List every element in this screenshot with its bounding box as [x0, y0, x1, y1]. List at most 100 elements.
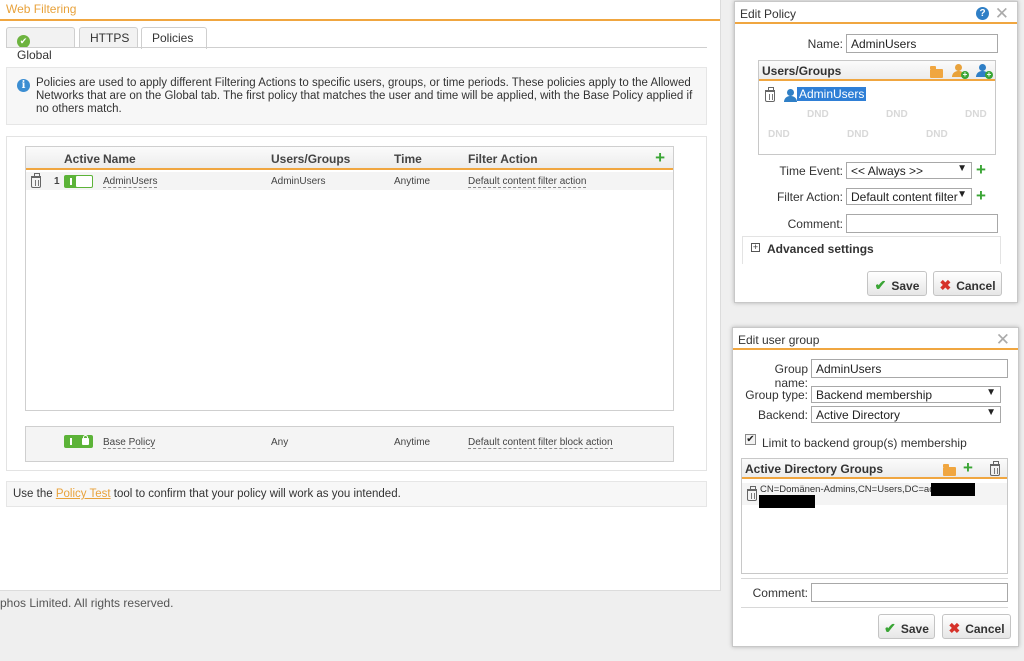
- chevron-down-icon: ▼: [986, 387, 996, 398]
- col-filter-action: Filter Action: [468, 152, 538, 166]
- trash-icon[interactable]: [747, 486, 757, 501]
- edit-policy-title: Edit Policy: [740, 7, 797, 21]
- comment-label: Comment:: [752, 586, 808, 600]
- info-text: Policies are used to apply different Fil…: [36, 77, 693, 115]
- group-type-select[interactable]: Backend membership ▼: [811, 386, 1001, 403]
- divider: [741, 607, 1008, 608]
- policy-action-link[interactable]: Default content filter action: [468, 176, 587, 188]
- save-label: Save: [900, 622, 929, 636]
- add-icon[interactable]: +: [963, 458, 973, 478]
- add-policy-icon[interactable]: +: [655, 148, 665, 168]
- tab-https-label: HTTPS: [90, 31, 130, 45]
- base-policy-name[interactable]: Base Policy: [103, 437, 156, 449]
- backend-select[interactable]: Active Directory ▼: [811, 406, 1001, 423]
- advanced-settings-section[interactable]: + Advanced settings: [742, 236, 1001, 264]
- title-divider: [0, 19, 720, 21]
- comment-label: Comment:: [787, 217, 843, 231]
- backend-label: Backend:: [757, 408, 808, 422]
- info-box: i Policies are used to apply different F…: [6, 67, 707, 125]
- folder-icon[interactable]: [930, 66, 943, 78]
- col-name: Name: [103, 152, 136, 166]
- close-icon[interactable]: ✕: [995, 4, 1009, 24]
- col-users-groups: Users/Groups: [271, 152, 351, 166]
- time-event-label: Time Event:: [779, 164, 843, 178]
- edit-user-group-header: Edit user group ✕: [733, 328, 1018, 350]
- expand-icon[interactable]: +: [751, 243, 760, 252]
- cancel-button[interactable]: ✖ Cancel: [933, 271, 1002, 296]
- page-title: Web Filtering: [6, 2, 77, 16]
- col-active: Active: [64, 152, 101, 166]
- policy-test-link[interactable]: Policy Test: [56, 488, 111, 500]
- cross-icon: ✖: [948, 620, 961, 636]
- col-time: Time: [394, 152, 422, 166]
- tab-policies-label: Policies: [152, 31, 194, 45]
- filter-action-select[interactable]: Default content filter ▼: [846, 188, 972, 205]
- close-icon[interactable]: ✕: [996, 330, 1010, 350]
- add-filter-action-icon[interactable]: +: [976, 186, 986, 206]
- add-group-icon[interactable]: +: [976, 64, 993, 79]
- trash-icon[interactable]: [31, 173, 41, 188]
- time-event-select[interactable]: << Always >> ▼: [846, 162, 972, 179]
- chevron-down-icon: ▼: [986, 407, 996, 418]
- note-suffix: tool to confirm that your policy will wo…: [110, 488, 401, 500]
- redaction-block: [931, 483, 975, 496]
- policies-section: Active Name Users/Groups Time Filter Act…: [6, 136, 707, 471]
- users-groups-header: Users/Groups + +: [759, 61, 995, 81]
- ad-groups-title: Active Directory Groups: [745, 462, 884, 476]
- dnd-placeholder: DND: [768, 129, 790, 140]
- save-label: Save: [891, 279, 920, 293]
- chevron-down-icon: ▼: [957, 163, 967, 174]
- group-comment-field[interactable]: [811, 583, 1008, 602]
- tab-global-label: Global: [17, 48, 52, 62]
- copyright-text: phos Limited. All rights reserved.: [0, 596, 174, 610]
- redaction-block: [759, 495, 815, 508]
- policy-comment-field[interactable]: [846, 214, 998, 233]
- list-item[interactable]: CN=Domänen-Admins,CN=Users,DC=ad: [742, 483, 1007, 508]
- policy-time: Anytime: [394, 176, 431, 187]
- ad-group-entry: CN=Domänen-Admins,CN=Users,DC=ad: [760, 484, 935, 495]
- add-time-event-icon[interactable]: +: [976, 160, 986, 180]
- group-name-field[interactable]: [811, 359, 1008, 378]
- dnd-placeholder: DND: [886, 109, 908, 120]
- folder-icon[interactable]: [943, 464, 956, 476]
- save-button[interactable]: ✔ Save: [867, 271, 927, 296]
- trash-icon[interactable]: [765, 87, 775, 102]
- row-index: 1: [54, 176, 60, 187]
- base-policy-time: Anytime: [394, 437, 431, 448]
- divider: [741, 578, 1008, 579]
- web-filtering-panel: Web Filtering ✔Global HTTPS Policies i P…: [0, 0, 721, 591]
- info-icon: i: [17, 79, 30, 92]
- cancel-button[interactable]: ✖ Cancel: [942, 614, 1011, 639]
- tab-global[interactable]: ✔Global: [6, 27, 75, 62]
- time-event-value: << Always >>: [851, 164, 924, 178]
- save-button[interactable]: ✔ Save: [878, 614, 935, 639]
- edit-user-group-dialog: Edit user group ✕ Group name: Group type…: [732, 327, 1019, 647]
- table-header: Active Name Users/Groups Time Filter Act…: [26, 147, 673, 170]
- add-user-icon[interactable]: +: [952, 64, 969, 79]
- help-icon[interactable]: ?: [976, 7, 989, 20]
- base-policy-locked-toggle: [64, 435, 93, 448]
- base-policy-row[interactable]: Base Policy Any Anytime Default content …: [25, 426, 674, 462]
- group-name-label: Group name:: [774, 362, 808, 390]
- tab-policies[interactable]: Policies: [141, 27, 207, 49]
- selected-group-item[interactable]: AdminUsers: [797, 87, 867, 101]
- limit-membership-checkbox[interactable]: ✔: [745, 434, 756, 445]
- trash-icon[interactable]: [990, 461, 1000, 476]
- base-policy-action[interactable]: Default content filter block action: [468, 437, 613, 449]
- active-toggle[interactable]: [64, 175, 93, 188]
- policy-name-field[interactable]: [846, 34, 998, 53]
- policy-name-link[interactable]: AdminUsers: [103, 176, 158, 188]
- checkmark-icon: ✔: [874, 277, 887, 293]
- checkmark-icon: ✔: [884, 620, 896, 636]
- backend-value: Active Directory: [816, 408, 901, 422]
- note-prefix: Use the: [13, 488, 56, 500]
- tab-divider: [6, 47, 707, 48]
- edit-user-group-title: Edit user group: [738, 333, 820, 347]
- cancel-label: Cancel: [956, 279, 996, 293]
- tab-https[interactable]: HTTPS: [79, 27, 138, 48]
- group-type-label: Group type:: [745, 388, 808, 402]
- group-type-value: Backend membership: [816, 388, 933, 402]
- edit-policy-dialog: Edit Policy ? ✕ Name: Users/Groups + + A…: [734, 1, 1018, 303]
- table-row[interactable]: 1 AdminUsers AdminUsers Anytime Default …: [26, 172, 673, 190]
- group-icon: [784, 89, 798, 102]
